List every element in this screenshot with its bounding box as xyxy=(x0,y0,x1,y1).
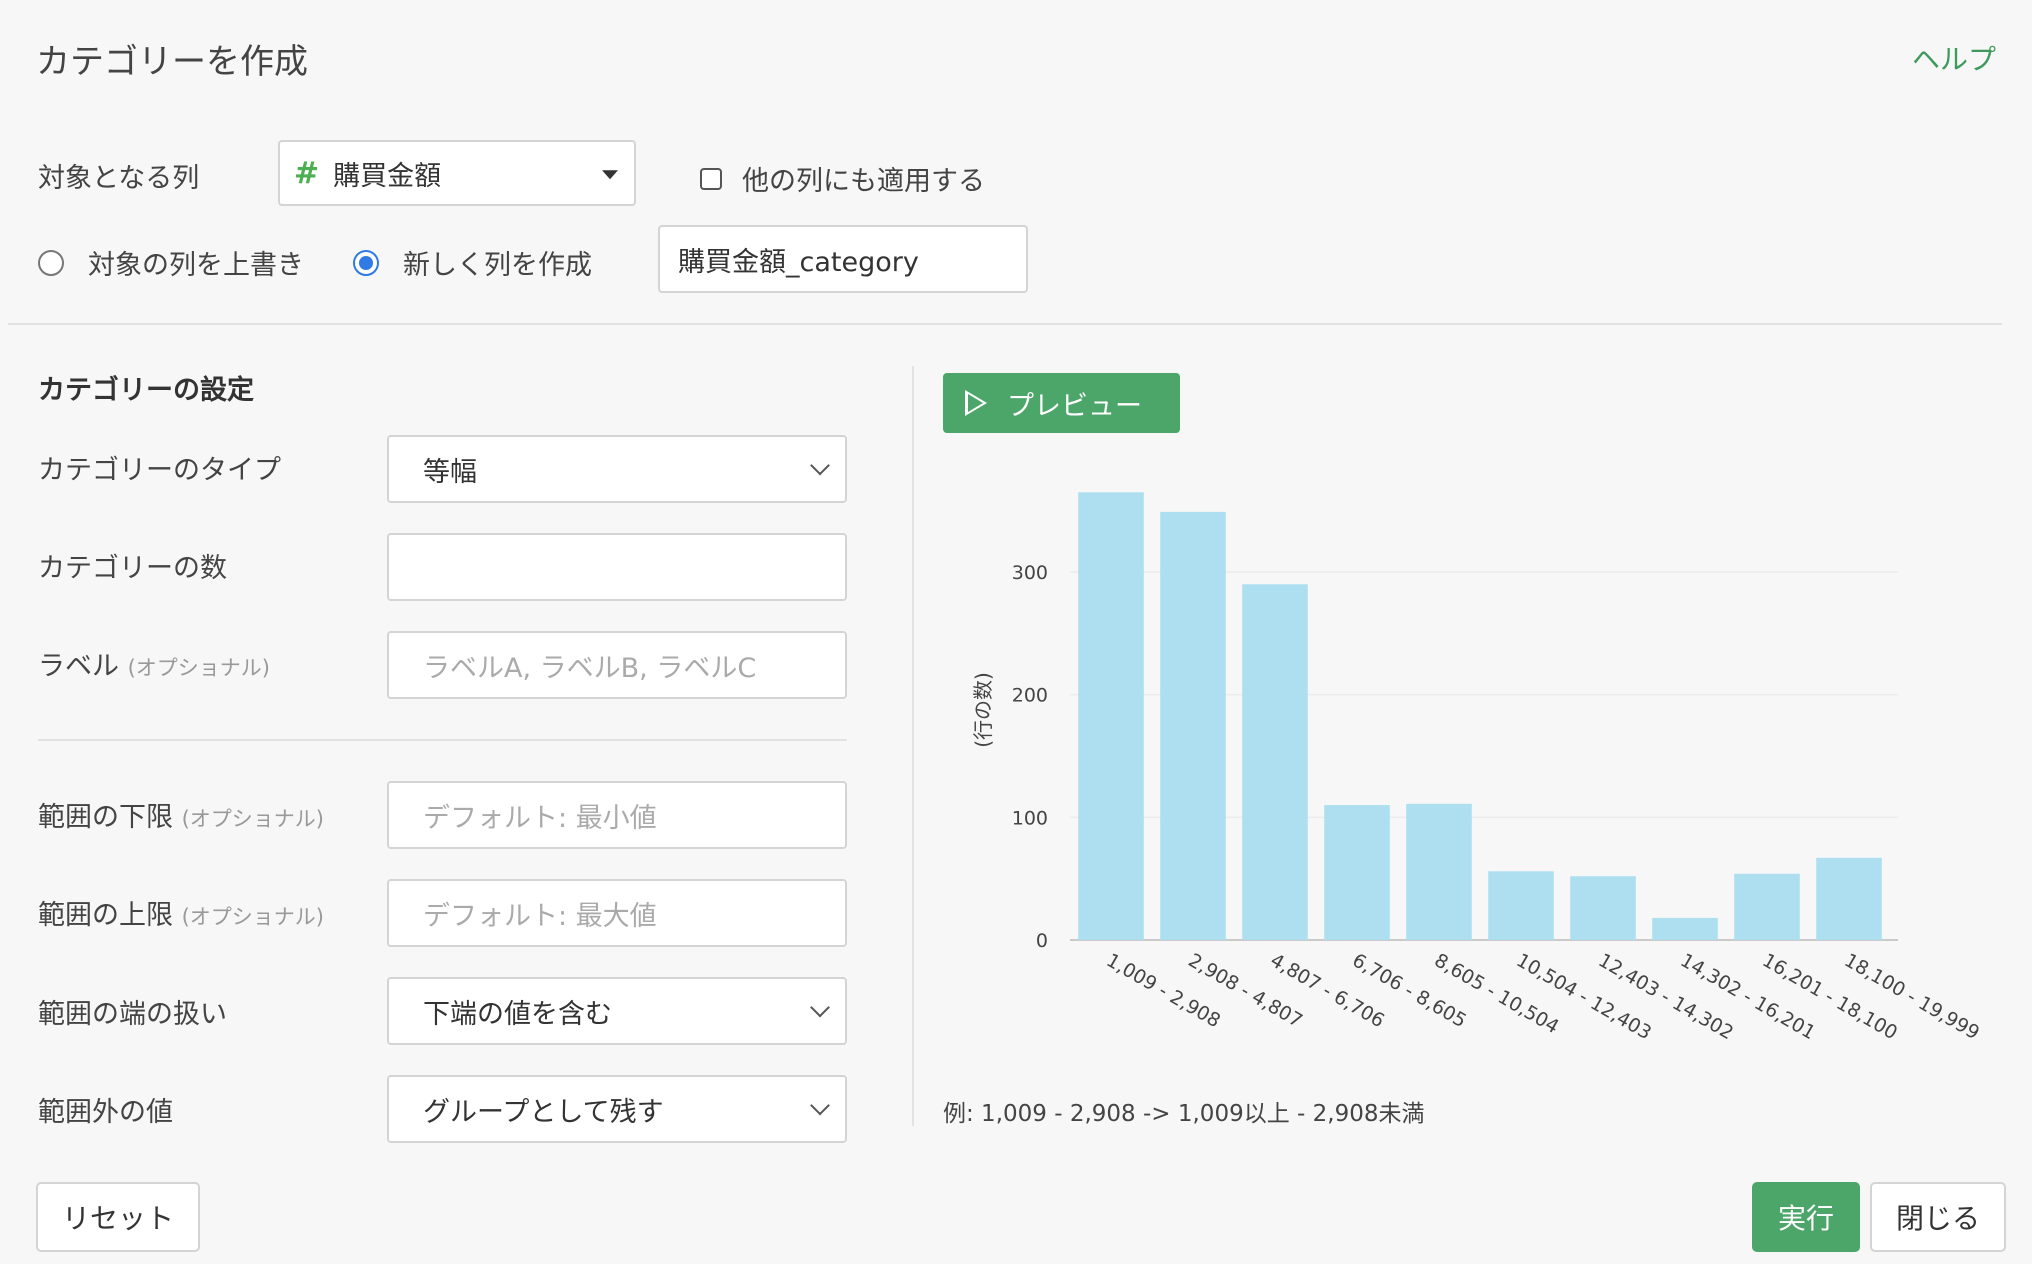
y-tick-label: 100 xyxy=(1012,807,1048,829)
create-new-radio[interactable] xyxy=(353,249,379,276)
histogram-bar xyxy=(1324,805,1390,940)
upper-bound-input[interactable]: デフォルト: 最大値 xyxy=(387,879,847,947)
settings-heading: カテゴリーの設定 xyxy=(38,375,254,406)
category-type-select[interactable]: 等幅 xyxy=(387,435,847,503)
apply-other-checkbox[interactable] xyxy=(700,167,722,190)
y-tick-label: 300 xyxy=(1012,562,1048,584)
outside-values-value: グループとして残す xyxy=(423,1096,664,1128)
apply-other-label: 他の列にも適用する xyxy=(742,166,985,197)
reset-button[interactable]: リセット xyxy=(36,1182,200,1252)
preview-note: 例: 1,009 - 2,908 -> 1,009以上 - 2,908未満 xyxy=(943,1101,1425,1127)
x-tick-label: 18,100 - 19,999 xyxy=(1841,949,1984,1044)
label-field-label: ラベル (オプショナル) xyxy=(38,644,270,683)
category-count-label: カテゴリーの数 xyxy=(38,553,227,584)
edge-handling-label: 範囲の端の扱い xyxy=(38,999,227,1030)
help-link[interactable]: ヘルプ xyxy=(1912,38,1996,78)
histogram-bar xyxy=(1078,492,1144,940)
upper-bound-label: 範囲の上限 (オプショナル) xyxy=(38,893,324,932)
category-type-label: カテゴリーのタイプ xyxy=(38,455,281,486)
upper-bound-label-text: 範囲の上限 xyxy=(38,900,173,931)
histogram-bar xyxy=(1242,584,1308,940)
histogram-bar xyxy=(1570,876,1636,940)
settings-divider xyxy=(38,739,847,741)
upper-bound-placeholder: デフォルト: 最大値 xyxy=(423,900,657,932)
label-placeholder: ラベルA, ラベルB, ラベルC xyxy=(423,652,757,684)
apply-other-option[interactable]: 他の列にも適用する xyxy=(700,159,985,198)
create-new-option[interactable]: 新しく列を作成 xyxy=(353,243,592,282)
histogram-bar xyxy=(1652,917,1718,940)
optional-tag: (オプショナル) xyxy=(181,807,324,831)
target-column-label: 対象となる列 xyxy=(38,163,200,194)
target-column-value: 購買金額 xyxy=(333,160,442,192)
edge-handling-value: 下端の値を含む xyxy=(423,998,612,1030)
x-tick-label: 16,201 - 18,100 xyxy=(1759,949,1902,1044)
run-button[interactable]: 実行 xyxy=(1752,1182,1860,1252)
lower-bound-label: 範囲の下限 (オプショナル) xyxy=(38,795,324,834)
histogram-bar xyxy=(1406,803,1472,940)
lower-bound-label-text: 範囲の下限 xyxy=(38,802,173,833)
outside-values-label: 範囲外の値 xyxy=(38,1097,173,1128)
divider-vertical xyxy=(912,366,914,1126)
target-column-select[interactable]: # 購買金額 xyxy=(278,140,636,206)
dialog-title: カテゴリーを作成 xyxy=(36,42,308,82)
overwrite-option[interactable]: 対象の列を上書き xyxy=(38,243,304,282)
play-icon xyxy=(965,390,987,416)
x-tick-label: 14,302 - 16,201 xyxy=(1677,949,1820,1044)
optional-tag: (オプショナル) xyxy=(181,905,324,929)
y-axis-label: (行の数) xyxy=(971,672,995,748)
histogram-bar xyxy=(1160,511,1226,940)
category-count-input[interactable] xyxy=(387,533,847,601)
x-tick-label: 10,504 - 12,403 xyxy=(1513,949,1656,1044)
divider xyxy=(8,323,2002,325)
caret-down-icon xyxy=(602,170,618,180)
label-input[interactable]: ラベルA, ラベルB, ラベルC xyxy=(387,631,847,699)
create-new-label: 新しく列を作成 xyxy=(403,250,592,281)
preview-button[interactable]: プレビュー xyxy=(943,373,1180,433)
x-tick-label: 12,403 - 14,302 xyxy=(1595,949,1738,1044)
y-tick-label: 200 xyxy=(1012,685,1048,707)
histogram-chart: 0100200300(行の数)1,009 - 2,9082,908 - 4,80… xyxy=(971,492,1984,1044)
lower-bound-placeholder: デフォルト: 最小値 xyxy=(423,802,657,834)
overwrite-radio[interactable] xyxy=(38,249,64,276)
overwrite-label: 対象の列を上書き xyxy=(88,250,304,281)
lower-bound-input[interactable]: デフォルト: 最小値 xyxy=(387,781,847,849)
hash-icon: # xyxy=(294,155,320,191)
category-type-value: 等幅 xyxy=(423,456,477,488)
y-tick-label: 0 xyxy=(1036,930,1048,952)
histogram-bar xyxy=(1816,857,1882,940)
new-column-name-value: 購買金額_category xyxy=(678,246,919,278)
new-column-name-input[interactable]: 購買金額_category xyxy=(658,225,1028,293)
preview-button-label: プレビュー xyxy=(1007,390,1142,422)
histogram-bar xyxy=(1734,873,1800,940)
label-field-label-text: ラベル xyxy=(38,651,119,682)
chevron-down-icon xyxy=(810,455,830,476)
chevron-down-icon xyxy=(810,997,830,1018)
chevron-down-icon xyxy=(810,1095,830,1116)
edge-handling-select[interactable]: 下端の値を含む xyxy=(387,977,847,1045)
optional-tag: (オプショナル) xyxy=(127,656,270,680)
outside-values-select[interactable]: グループとして残す xyxy=(387,1075,847,1143)
close-button[interactable]: 閉じる xyxy=(1870,1182,2006,1252)
histogram-bar xyxy=(1488,871,1554,940)
